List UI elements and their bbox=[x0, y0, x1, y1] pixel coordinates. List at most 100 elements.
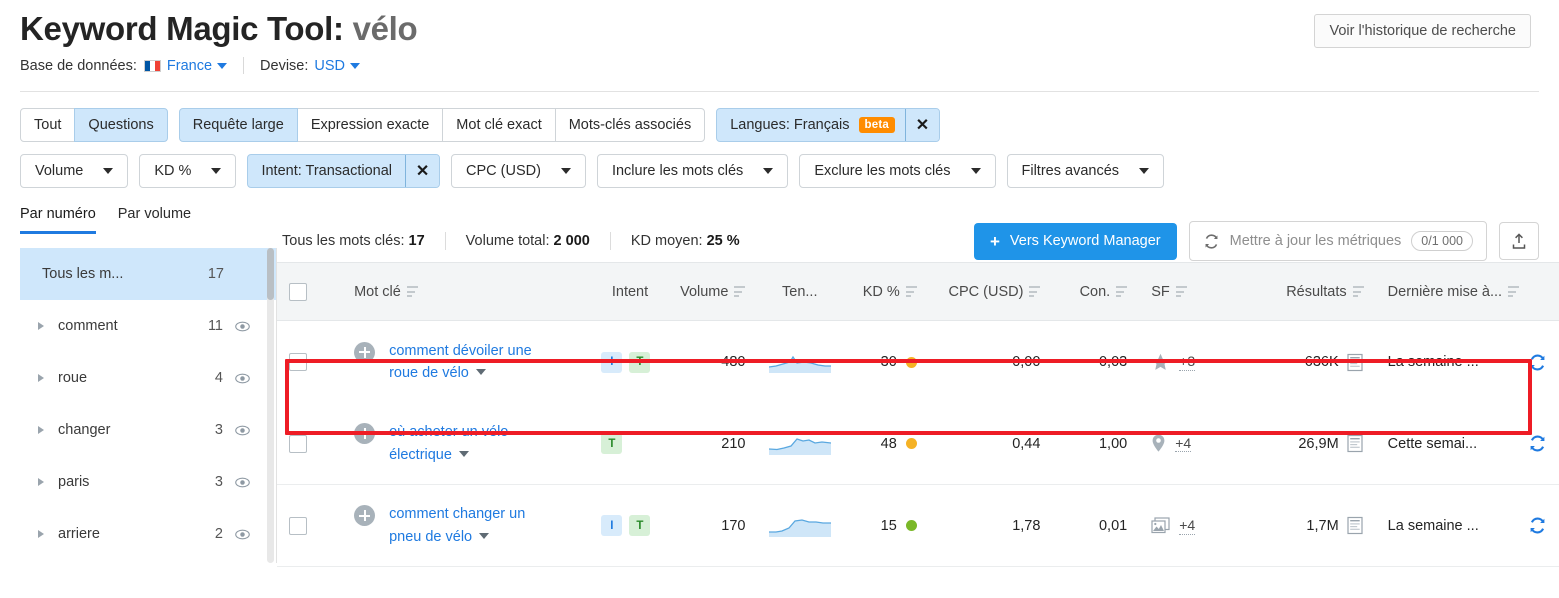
trend-sparkline bbox=[769, 433, 831, 455]
table-row[interactable]: où acheter un vélo électrique T 210 bbox=[277, 403, 1559, 485]
sort-icon[interactable] bbox=[1176, 286, 1187, 297]
sidebar-tab-par-numero[interactable]: Par numéro bbox=[20, 206, 96, 234]
sidebar-item-roue[interactable]: roue 4 bbox=[20, 352, 276, 404]
language-chip-close-icon[interactable]: ✕ bbox=[905, 109, 939, 141]
eye-icon[interactable] bbox=[235, 475, 250, 490]
chevron-down-icon bbox=[211, 168, 221, 174]
intent-badge-informational[interactable]: I bbox=[601, 515, 622, 536]
sidebar-scrollbar-thumb[interactable] bbox=[267, 248, 274, 300]
th-competition[interactable]: Con. bbox=[1052, 263, 1139, 321]
sidebar-item-comment[interactable]: comment 11 bbox=[20, 300, 276, 352]
database-chevron-down-icon[interactable] bbox=[217, 63, 227, 69]
kd-status-dot bbox=[906, 520, 917, 531]
intent-badge-transactional[interactable]: T bbox=[601, 433, 622, 454]
sort-icon[interactable] bbox=[1508, 286, 1519, 297]
row-checkbox[interactable] bbox=[289, 517, 307, 535]
language-chip-label-wrap: Langues: Français beta bbox=[717, 109, 905, 141]
th-intent-label: Intent bbox=[612, 284, 648, 300]
sort-icon[interactable] bbox=[407, 286, 418, 297]
filter-include-keywords[interactable]: Inclure les mots clés bbox=[597, 154, 788, 188]
serp-features-more[interactable]: +3 bbox=[1179, 353, 1195, 371]
select-all-checkbox[interactable] bbox=[289, 283, 307, 301]
chevron-right-icon[interactable] bbox=[38, 530, 44, 538]
keyword-chevron-down-icon[interactable] bbox=[479, 533, 489, 539]
table-row[interactable]: comment dévoiler une roue de vélo I T 48… bbox=[277, 321, 1559, 403]
th-cpc[interactable]: CPC (USD) bbox=[929, 263, 1053, 321]
sidebar-item-changer[interactable]: changer 3 bbox=[20, 404, 276, 456]
keyword-link[interactable]: comment dévoiler une roue de vélo bbox=[389, 340, 559, 385]
filter-exclude-keywords[interactable]: Exclure les mots clés bbox=[799, 154, 995, 188]
sort-icon[interactable] bbox=[906, 286, 917, 297]
page-title: Keyword Magic Tool: vélo bbox=[20, 8, 417, 49]
tab-tout[interactable]: Tout bbox=[20, 108, 75, 142]
chevron-right-icon[interactable] bbox=[38, 426, 44, 434]
export-button[interactable] bbox=[1499, 222, 1539, 260]
eye-icon[interactable] bbox=[235, 371, 250, 386]
keyword-manager-button[interactable]: + Vers Keyword Manager bbox=[974, 223, 1177, 260]
add-keyword-icon[interactable] bbox=[354, 505, 375, 526]
sidebar-item-paris[interactable]: paris 3 bbox=[20, 456, 276, 508]
tab-questions[interactable]: Questions bbox=[74, 108, 167, 142]
filter-cpc[interactable]: CPC (USD) bbox=[451, 154, 586, 188]
row-checkbox[interactable] bbox=[289, 353, 307, 371]
sidebar-item-count: 3 bbox=[215, 474, 223, 490]
sidebar-item-arriere[interactable]: arriere 2 bbox=[20, 508, 276, 560]
intent-chip-close-icon[interactable]: ✕ bbox=[405, 155, 439, 187]
sidebar-item-all-keywords[interactable]: Tous les m... 17 bbox=[20, 248, 276, 300]
sort-icon[interactable] bbox=[1116, 286, 1127, 297]
sort-icon[interactable] bbox=[734, 286, 745, 297]
filter-volume[interactable]: Volume bbox=[20, 154, 128, 188]
keyword-chevron-down-icon[interactable] bbox=[459, 451, 469, 457]
eye-icon[interactable] bbox=[235, 423, 250, 438]
refresh-icon[interactable] bbox=[1528, 516, 1547, 535]
keyword-chevron-down-icon[interactable] bbox=[476, 369, 486, 375]
chevron-right-icon[interactable] bbox=[38, 374, 44, 382]
serp-features-more[interactable]: +4 bbox=[1175, 435, 1191, 453]
th-results[interactable]: Résultats bbox=[1250, 263, 1376, 321]
keyword-link[interactable]: où acheter un vélo électrique bbox=[389, 421, 559, 466]
sidebar-item-label: roue bbox=[58, 370, 215, 386]
refresh-icon[interactable] bbox=[1528, 353, 1547, 372]
currency-chevron-down-icon[interactable] bbox=[350, 63, 360, 69]
chevron-right-icon[interactable] bbox=[38, 478, 44, 486]
database-value[interactable]: France bbox=[167, 58, 212, 74]
th-sf[interactable]: SF bbox=[1139, 263, 1250, 321]
tab-mots-cles-associes[interactable]: Mots-clés associés bbox=[555, 108, 705, 142]
refresh-icon[interactable] bbox=[1528, 434, 1547, 453]
chevron-right-icon[interactable] bbox=[38, 322, 44, 330]
filter-intent-chip[interactable]: Intent: Transactional ✕ bbox=[247, 154, 440, 188]
sort-icon[interactable] bbox=[1353, 286, 1364, 297]
tab-requete-large[interactable]: Requête large bbox=[179, 108, 298, 142]
intent-badge-informational[interactable]: I bbox=[601, 352, 622, 373]
intent-badge-transactional[interactable]: T bbox=[629, 515, 650, 536]
language-chip-label: Langues: Français bbox=[730, 117, 849, 133]
serp-preview-icon[interactable] bbox=[1347, 434, 1364, 453]
sidebar-tab-par-volume[interactable]: Par volume bbox=[118, 206, 191, 234]
table-row[interactable]: comment changer un pneu de vélo I T 170 bbox=[277, 485, 1559, 567]
eye-icon[interactable] bbox=[235, 527, 250, 542]
th-kd[interactable]: KD % bbox=[842, 263, 929, 321]
serp-features-more[interactable]: +4 bbox=[1179, 517, 1195, 535]
language-filter-chip[interactable]: Langues: Français beta ✕ bbox=[716, 108, 940, 142]
sort-icon[interactable] bbox=[1029, 286, 1040, 297]
row-intent-cell: T bbox=[589, 403, 670, 485]
serp-preview-icon[interactable] bbox=[1347, 516, 1364, 535]
serp-preview-icon[interactable] bbox=[1347, 353, 1364, 372]
search-history-button[interactable]: Voir l'historique de recherche bbox=[1314, 14, 1531, 48]
currency-value[interactable]: USD bbox=[314, 58, 345, 74]
serp-features: +4 bbox=[1151, 434, 1238, 453]
keyword-link[interactable]: comment changer un pneu de vélo bbox=[389, 503, 559, 548]
tab-mot-cle-exact[interactable]: Mot clé exact bbox=[442, 108, 555, 142]
update-metrics-button[interactable]: Mettre à jour les métriques 0/1 000 bbox=[1189, 221, 1487, 261]
th-updated[interactable]: Dernière mise à... bbox=[1376, 263, 1559, 321]
eye-icon[interactable] bbox=[235, 319, 250, 334]
filter-kd[interactable]: KD % bbox=[139, 154, 236, 188]
row-checkbox[interactable] bbox=[289, 435, 307, 453]
tab-expression-exacte[interactable]: Expression exacte bbox=[297, 108, 443, 142]
th-keyword[interactable]: Mot clé bbox=[342, 263, 589, 321]
intent-badge-transactional[interactable]: T bbox=[629, 352, 650, 373]
filter-advanced[interactable]: Filtres avancés bbox=[1007, 154, 1165, 188]
th-volume[interactable]: Volume bbox=[671, 263, 758, 321]
add-keyword-icon[interactable] bbox=[354, 342, 375, 363]
add-keyword-icon[interactable] bbox=[354, 423, 375, 444]
